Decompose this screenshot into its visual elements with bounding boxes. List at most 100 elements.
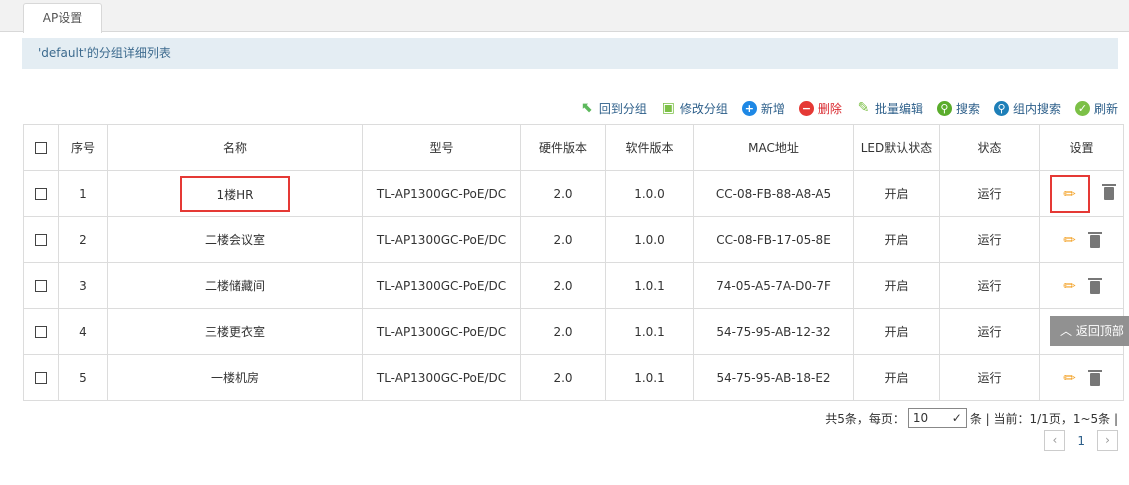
trash-icon[interactable]	[1087, 369, 1102, 386]
settings-cell: ✏	[1039, 354, 1124, 401]
mac-cell: CC-08-FB-88-A8-A5	[693, 170, 854, 217]
edit-pencil-icon[interactable]: ✏	[1063, 231, 1076, 249]
chevron-up-icon: ︿	[1060, 324, 1073, 338]
row-number: 2	[58, 216, 108, 263]
name-cell: 1楼HR	[107, 170, 363, 217]
toolbar-minus-circle-button[interactable]: − 删除	[798, 100, 842, 117]
status-cell: 运行	[939, 354, 1040, 401]
settings-cell: ✏	[1039, 216, 1124, 263]
table-row: 4 三楼更衣室 TL-AP1300GC-PoE/DC 2.0 1.0.1 54-…	[23, 308, 1124, 355]
edit-pencil-icon[interactable]: ✏	[1063, 277, 1076, 295]
edit-highlight: ✏	[1049, 174, 1090, 213]
settings-cell: ✏	[1039, 170, 1124, 217]
ap-name: 三楼更衣室	[204, 325, 265, 339]
led-cell: 开启	[853, 308, 940, 355]
column-header: 状态	[939, 124, 1040, 171]
back-to-top-button[interactable]: ︿ 返回顶部	[1050, 316, 1129, 346]
row-number: 3	[58, 262, 108, 309]
toolbar-label: 回到分组	[598, 101, 647, 116]
name-highlight: 1楼HR	[180, 175, 290, 212]
status-cell: 运行	[939, 216, 1040, 263]
toolbar-plus-circle-button[interactable]: + 新增	[741, 100, 785, 117]
row-number: 1	[58, 170, 108, 217]
back-to-top-label: 返回顶部	[1075, 324, 1124, 338]
mac-cell: CC-08-FB-17-05-8E	[693, 216, 854, 263]
model-cell: TL-AP1300GC-PoE/DC	[362, 170, 521, 217]
minus-circle-icon: −	[798, 100, 814, 116]
edit-group-icon: ▣	[661, 100, 675, 116]
toolbar-back-arrow-button[interactable]: ⬉ 回到分组	[580, 100, 647, 117]
row-number: 5	[58, 354, 108, 401]
per-page-select[interactable]: 10 ✓	[907, 408, 967, 428]
refresh-icon: ✓	[1074, 100, 1090, 116]
tab-ap-settings[interactable]: AP设置	[23, 3, 102, 33]
row-checkbox[interactable]	[23, 170, 59, 217]
batch-edit-icon: ✎	[857, 100, 870, 116]
page-status-text: 条 | 当前：1/1页，1~5条 |	[969, 411, 1118, 426]
plus-circle-icon: +	[741, 100, 757, 116]
toolbar-search-button[interactable]: ⚲ 搜索	[936, 100, 980, 117]
column-header: LED默认状态	[853, 124, 940, 171]
next-page-button[interactable]: ›	[1097, 430, 1118, 451]
toolbar-label: 组内搜索	[1012, 101, 1061, 116]
model-cell: TL-AP1300GC-PoE/DC	[362, 262, 521, 309]
select-all-checkbox[interactable]	[23, 124, 59, 171]
table-row: 3 二楼储藏间 TL-AP1300GC-PoE/DC 2.0 1.0.1 74-…	[23, 262, 1124, 309]
column-header: 型号	[362, 124, 521, 171]
name-cell: 三楼更衣室	[107, 308, 363, 355]
ap-name: 二楼会议室	[204, 233, 265, 247]
table-row: 1 1楼HR TL-AP1300GC-PoE/DC 2.0 1.0.0 CC-0…	[23, 170, 1124, 217]
toolbar-group-search-button[interactable]: ⚲ 组内搜索	[993, 100, 1061, 117]
toolbar-label: 批量编辑	[874, 101, 923, 116]
trash-icon[interactable]	[1087, 277, 1102, 294]
led-cell: 开启	[853, 216, 940, 263]
row-number: 4	[58, 308, 108, 355]
column-header: 名称	[107, 124, 363, 171]
hw-version-cell: 2.0	[520, 170, 606, 217]
column-header: MAC地址	[693, 124, 854, 171]
sw-version-cell: 1.0.0	[605, 216, 694, 263]
status-cell: 运行	[939, 170, 1040, 217]
toolbar-label: 新增	[760, 101, 785, 116]
ap-name: 二楼储藏间	[204, 279, 265, 293]
toolbar: ⬉ 回到分组 ▣ 修改分组 + 新增 − 删除 ✎ 批量编辑 ⚲ 搜索 ⚲ 组内搜索 ✓ 刷新	[580, 98, 1118, 118]
table-header: 序号 名称 型号 硬件版本 软件版本 MAC地址 LED默认状态 状态 设置	[23, 124, 1124, 171]
mac-cell: 54-75-95-AB-18-E2	[693, 354, 854, 401]
edit-pencil-icon[interactable]: ✏	[1063, 185, 1076, 203]
trash-icon[interactable]	[1101, 184, 1116, 200]
search-icon: ⚲	[936, 100, 952, 116]
sw-version-cell: 1.0.1	[605, 308, 694, 355]
row-checkbox[interactable]	[23, 216, 59, 263]
toolbar-refresh-button[interactable]: ✓ 刷新	[1074, 100, 1118, 117]
edit-pencil-icon[interactable]: ✏	[1063, 369, 1076, 387]
trash-icon[interactable]	[1087, 231, 1102, 248]
led-cell: 开启	[853, 262, 940, 309]
toolbar-label: 删除	[817, 101, 842, 116]
toolbar-label: 搜索	[955, 101, 980, 116]
page-1-button[interactable]: 1	[1077, 434, 1085, 448]
chevron-down-icon: ✓	[951, 411, 962, 425]
status-cell: 运行	[939, 308, 1040, 355]
table-row: 5 一楼机房 TL-AP1300GC-PoE/DC 2.0 1.0.1 54-7…	[23, 354, 1124, 401]
hw-version-cell: 2.0	[520, 216, 606, 263]
total-text: 共5条，每页：	[825, 411, 905, 426]
toolbar-label: 刷新	[1093, 101, 1118, 116]
hw-version-cell: 2.0	[520, 354, 606, 401]
pager: ‹ 1 ›	[1044, 430, 1118, 451]
row-checkbox[interactable]	[23, 354, 59, 401]
sw-version-cell: 1.0.1	[605, 262, 694, 309]
table-row: 2 二楼会议室 TL-AP1300GC-PoE/DC 2.0 1.0.0 CC-…	[23, 216, 1124, 263]
toolbar-batch-edit-button[interactable]: ✎ 批量编辑	[856, 100, 923, 117]
hw-version-cell: 2.0	[520, 262, 606, 309]
prev-page-button[interactable]: ‹	[1044, 430, 1066, 451]
row-checkbox[interactable]	[23, 262, 59, 309]
settings-cell: ✏	[1039, 262, 1124, 309]
column-header: 软件版本	[605, 124, 694, 171]
led-cell: 开启	[853, 170, 940, 217]
group-title: 'default'的分组详细列表	[22, 38, 1118, 69]
row-checkbox[interactable]	[23, 308, 59, 355]
mac-cell: 74-05-A5-7A-D0-7F	[693, 262, 854, 309]
column-header: 设置	[1039, 124, 1124, 171]
toolbar-edit-group-button[interactable]: ▣ 修改分组	[661, 100, 728, 117]
model-cell: TL-AP1300GC-PoE/DC	[362, 216, 521, 263]
